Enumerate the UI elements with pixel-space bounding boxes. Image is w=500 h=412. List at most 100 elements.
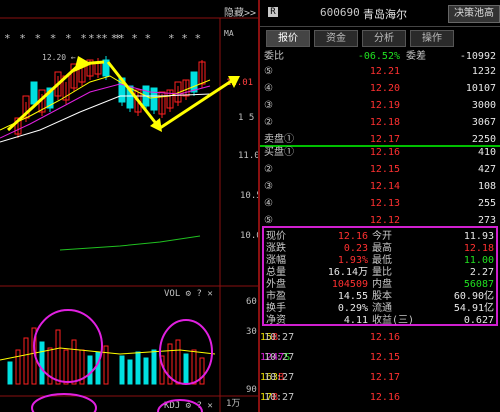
trade-price: 12.17 <box>369 372 400 383</box>
ma-label: MA <box>224 29 234 38</box>
quote-tabs: 报价 资金 分析 操作 <box>260 30 500 47</box>
volume-bar <box>199 357 205 385</box>
level-price: 12.18 <box>369 117 400 128</box>
trade-row: 10:27 12.17 163B <box>260 371 500 385</box>
price-axis-label: 11.0 <box>238 151 258 161</box>
level-label: ⑤ <box>264 66 273 77</box>
candle-body <box>190 71 198 93</box>
buy-row[interactable]: ④ 12.13 255 <box>260 195 500 212</box>
level-volume: 3067 <box>471 117 496 128</box>
kdj-axis-label: 90 <box>246 385 257 395</box>
volume-bar <box>191 349 197 385</box>
level-price: 12.15 <box>369 164 400 175</box>
trade-time: 10:27 <box>264 372 295 383</box>
volume-bar <box>143 357 149 385</box>
stock-name: 青岛海尔 <box>363 8 407 21</box>
volume-bar <box>39 341 45 385</box>
volume-bar <box>151 349 157 385</box>
trade-row: 10:27 12.15 1247S <box>260 351 500 365</box>
level-label: ③ <box>264 181 273 192</box>
trade-price: 12.16 <box>369 332 400 343</box>
candle-body <box>150 87 158 111</box>
quote-info-panel: R 600690 青岛海尔 决策池高 报价 资金 分析 操作 委比 -06.52… <box>260 0 500 412</box>
volume-bar <box>23 337 29 385</box>
tab-operate[interactable]: 操作 <box>410 30 454 47</box>
level-price: 12.13 <box>369 198 400 209</box>
stat-value: 4.11 <box>343 315 368 326</box>
trade-time: 10:27 <box>264 352 295 363</box>
volume-bar <box>127 359 133 385</box>
level-label: ④ <box>264 198 273 209</box>
volume-bar <box>95 351 101 385</box>
level-label: ③ <box>264 100 273 111</box>
volume-bar <box>7 361 13 385</box>
tab-analysis[interactable]: 分析 <box>362 30 406 47</box>
price-axis-label: 10.0 <box>240 231 258 241</box>
trade-price: 12.16 <box>369 392 400 403</box>
volume-bar <box>87 355 93 385</box>
level-label: ④ <box>264 83 273 94</box>
decision-button[interactable]: 决策池高 <box>448 5 500 23</box>
signal-stars: * * * <box>168 32 201 45</box>
buy-row[interactable]: ② 12.15 427 <box>260 161 500 178</box>
level-volume: 3000 <box>471 100 496 111</box>
trade-row: 10:27 12.16 15B <box>260 331 500 345</box>
level-price: 12.16 <box>369 147 400 158</box>
title-badge: R <box>268 7 278 17</box>
level-price: 12.19 <box>369 100 400 111</box>
volume-bar <box>55 329 61 385</box>
level-volume: 255 <box>477 198 496 209</box>
trade-price: 12.15 <box>369 352 400 363</box>
vol-axis-label: 60 <box>246 297 257 307</box>
vol-axis-label: 30 <box>246 327 257 337</box>
highlight-circle <box>31 393 97 412</box>
volume-bar <box>15 349 21 385</box>
tab-quote[interactable]: 报价 <box>266 30 310 47</box>
stats-row: 净资 4.11 收益(三) 0.627 <box>264 313 496 328</box>
sell-row[interactable]: ③ 12.19 3000 <box>260 97 500 114</box>
stat-label: 收益(三) <box>372 315 415 326</box>
quote-titlebar: R 600690 青岛海尔 决策池高 <box>260 0 500 27</box>
vol-axis-label: 1万 <box>226 399 240 409</box>
level-volume: 410 <box>477 147 496 158</box>
volume-bar <box>119 355 125 385</box>
volume-bar <box>71 339 77 385</box>
stat-value: 0.627 <box>463 315 494 326</box>
stock-code: 600690 <box>320 6 360 19</box>
ma-line-60 <box>59 235 201 251</box>
tab-funds[interactable]: 资金 <box>314 30 358 47</box>
kline-chart-canvas[interactable]: 12.011 511.010.510.0MAVOL ⚙ ? ✕60301万KDJ… <box>0 0 258 412</box>
volume-bar <box>103 345 109 385</box>
trade-row: 10:27 12.16 17B <box>260 391 500 405</box>
level-price: 12.20 <box>369 83 400 94</box>
level-label: ② <box>264 117 273 128</box>
volume-bar <box>183 353 189 385</box>
price-axis-label: 1 5 <box>238 113 254 123</box>
level-label: 买盘① <box>264 147 294 158</box>
sell-row[interactable]: ② 12.18 3067 <box>260 114 500 131</box>
buy-row[interactable]: 买盘① 12.16 410 <box>260 144 500 161</box>
level-volume: 427 <box>477 164 496 175</box>
arrowhead <box>74 56 92 72</box>
volume-bar <box>63 349 69 385</box>
vol-label: VOL ⚙ ? ✕ <box>164 289 213 299</box>
level-volume: 108 <box>477 181 496 192</box>
level-price: 12.14 <box>369 181 400 192</box>
buy-row[interactable]: ③ 12.14 108 <box>260 178 500 195</box>
kdj-label: KDJ ⚙ ? ✕ <box>164 401 213 411</box>
high-price-annotation: 12.20 ← <box>42 53 76 62</box>
sell-row[interactable]: ⑤ 12.21 1232 <box>260 63 500 80</box>
sell-row[interactable]: ④ 12.20 10107 <box>260 80 500 97</box>
level-price: 12.21 <box>369 66 400 77</box>
stat-label: 净资 <box>266 315 286 326</box>
level-volume: 10107 <box>465 83 496 94</box>
price-axis-label: 10.5 <box>240 191 258 201</box>
trade-time: 10:27 <box>264 392 295 403</box>
stats-box: 现价 12.16 今开 11.93 涨跌 0.23 最高 12.18 涨幅 1.93% 最低 11.0… <box>262 226 498 326</box>
hide-panel-button[interactable]: 隐藏>> <box>224 4 256 19</box>
signal-stars: * * * <box>118 32 151 45</box>
candle-body <box>30 81 38 105</box>
volume-bar <box>135 351 141 385</box>
trade-time: 10:27 <box>264 332 295 343</box>
kline-chart-panel[interactable]: 12.011 511.010.510.0MAVOL ⚙ ? ✕60301万KDJ… <box>0 0 258 412</box>
